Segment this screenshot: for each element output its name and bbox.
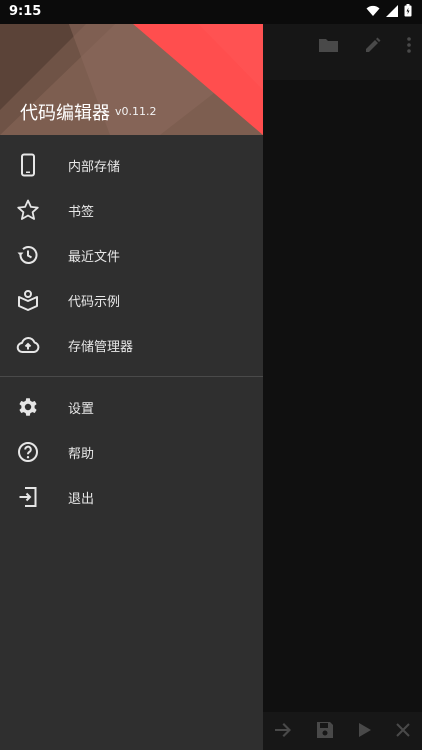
menu-item-label: 退出 — [68, 492, 95, 507]
menu-item-storage-manager[interactable]: 存储管理器 — [0, 323, 263, 368]
help-icon — [16, 440, 40, 464]
menu-item-internal-storage[interactable]: 内部存储 — [0, 143, 263, 188]
battery-icon — [404, 4, 412, 17]
menu-item-label: 存储管理器 — [68, 340, 134, 355]
history-icon — [16, 243, 40, 267]
status-bar: 9:15 — [0, 0, 422, 24]
menu-item-label: 书签 — [68, 205, 95, 220]
menu-item-settings[interactable]: 设置 — [0, 385, 263, 430]
navigation-drawer: 代码编辑器 v0.11.2 内部存储 书签 最近文件 代码示例 存储管理器 设置… — [0, 0, 263, 750]
phone-icon — [16, 153, 40, 177]
menu-item-help[interactable]: 帮助 — [0, 430, 263, 475]
menu-divider — [0, 376, 263, 377]
status-icons — [366, 4, 412, 17]
menu-item-label: 最近文件 — [68, 250, 121, 265]
gear-icon — [16, 395, 40, 419]
cloud-upload-icon — [16, 333, 40, 357]
menu-item-label: 帮助 — [68, 447, 95, 462]
app-version: v0.11.2 — [115, 105, 157, 118]
menu-item-label: 内部存储 — [68, 160, 121, 175]
menu-item-exit[interactable]: 退出 — [0, 475, 263, 520]
menu-item-recent-files[interactable]: 最近文件 — [0, 233, 263, 278]
menu-item-label: 代码示例 — [68, 295, 121, 310]
menu-item-bookmarks[interactable]: 书签 — [0, 188, 263, 233]
menu-item-label: 设置 — [68, 402, 95, 417]
wifi-icon — [366, 5, 380, 17]
signal-icon — [386, 4, 398, 17]
drawer-menu: 内部存储 书签 最近文件 代码示例 存储管理器 设置 帮助 退出 — [0, 143, 263, 520]
exit-icon — [16, 485, 40, 509]
book-icon — [16, 288, 40, 312]
star-icon — [16, 198, 40, 222]
status-time: 9:15 — [9, 4, 42, 19]
app-title: 代码编辑器 — [20, 103, 110, 124]
menu-item-code-samples[interactable]: 代码示例 — [0, 278, 263, 323]
